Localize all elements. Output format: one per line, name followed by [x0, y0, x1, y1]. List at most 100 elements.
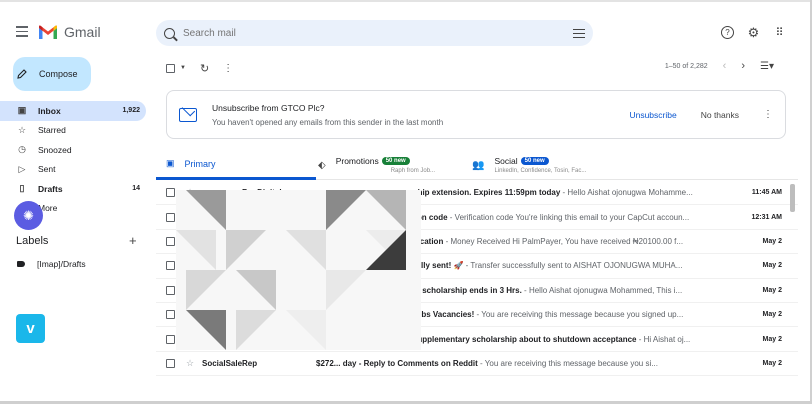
star-icon[interactable]: ☆ [186, 187, 195, 198]
email-date: May 2 [762, 237, 782, 245]
more-options-icon[interactable]: ⋮ [223, 63, 233, 74]
email-snippet: - You are receiving this message because… [477, 358, 658, 368]
email-row[interactable]: ☆ tion code - Verification code You're l… [156, 205, 798, 230]
email-subject: Supplementary scholarship about to shutd… [412, 334, 637, 344]
tab-promotions[interactable]: ⬖ Promotions 50 new Raph from Job... [318, 150, 468, 180]
settings-gear-icon[interactable]: ⚙ [747, 25, 760, 40]
unread-count: 1,922 [122, 107, 140, 115]
email-subject: Jobs Vacancies! [412, 310, 475, 320]
tab-social[interactable]: 👥 Social 50 new LinkedIn, Confidence, To… [472, 150, 652, 180]
search-icon[interactable] [164, 27, 175, 39]
email-row[interactable]: ☆ Digital Supplementary scholarship abou… [156, 327, 798, 352]
list-scrollbar[interactable] [790, 184, 795, 212]
select-all-checkbox[interactable] [166, 63, 175, 73]
email-row[interactable]: ☆ For Digital rship extension. Expires 1… [156, 181, 798, 206]
row-checkbox[interactable] [166, 310, 175, 320]
email-date: May 2 [762, 286, 782, 294]
star-icon[interactable]: ☆ [186, 334, 195, 345]
floating-app-icon[interactable]: ✺ [14, 201, 43, 230]
row-checkbox[interactable] [166, 236, 175, 246]
labels-heading: Labels [16, 235, 49, 247]
tab-senders: LinkedIn, Confidence, Tosin, Fac... [494, 168, 587, 174]
no-thanks-button[interactable]: No thanks [701, 110, 739, 120]
email-snippet: - You are receiving this message because… [474, 310, 684, 320]
pagination: 1–50 of 2,282 ‹ › ☰▾ [665, 60, 774, 72]
row-checkbox[interactable] [166, 334, 175, 344]
vimeo-app-icon[interactable]: v [16, 314, 45, 343]
star-icon[interactable]: ☆ [186, 260, 195, 271]
tab-label: Promotions [335, 156, 379, 166]
row-checkbox[interactable] [166, 358, 175, 368]
label-tag-icon [17, 261, 25, 267]
star-icon[interactable]: ☆ [186, 236, 195, 247]
main-menu-icon[interactable] [16, 26, 28, 37]
star-icon[interactable]: ☆ [186, 309, 195, 320]
help-icon[interactable]: ? [721, 26, 734, 39]
sidebar-item-sent[interactable]: ▷ Sent [0, 160, 146, 180]
app-title: Gmail [64, 24, 101, 40]
select-dropdown-icon[interactable]: ▼ [180, 65, 186, 71]
search-bar[interactable] [156, 20, 593, 46]
top-divider [0, 0, 812, 2]
row-checkbox[interactable] [166, 261, 175, 271]
unsubscribe-banner: Unsubscribe from GTCO Plc? You haven't o… [166, 90, 786, 139]
star-icon[interactable]: ☆ [186, 212, 195, 223]
email-sender: Digital [250, 334, 275, 344]
sidebar-item-starred[interactable]: ☆ Starred [0, 121, 146, 141]
mail-list-panel: ▼ ↻ ⋮ 1–50 of 2,282 ‹ › ☰▾ Unsubscribe f… [156, 50, 798, 394]
sidebar-item-drafts[interactable]: ▯ Drafts 14 [0, 179, 146, 199]
email-sender: For Digital [242, 188, 282, 198]
chevron-left-icon[interactable]: ‹ [723, 60, 727, 72]
list-toolbar: ▼ ↻ ⋮ 1–50 of 2,282 ‹ › ☰▾ [166, 60, 786, 76]
density-menu-icon[interactable]: ☰▾ [760, 61, 774, 72]
email-date: May 2 [762, 335, 782, 343]
sidebar-item-inbox[interactable]: ▣ Inbox 1,922 [0, 101, 146, 121]
email-date: May 2 [762, 359, 782, 367]
compose-label: Compose [39, 69, 78, 79]
clock-icon: ◷ [18, 144, 26, 155]
tab-primary[interactable]: ▣ Primary [156, 150, 316, 180]
email-subject: sfully sent! 🚀 [409, 261, 464, 271]
sidebar-item-label: Inbox [38, 105, 61, 116]
email-date: 12:31 AM [751, 213, 782, 221]
email-row[interactable]: ☆ tification - Money Received Hi PalmPay… [156, 230, 798, 255]
chevron-right-icon[interactable]: › [741, 60, 745, 72]
refresh-icon[interactable]: ↻ [200, 62, 209, 75]
star-icon[interactable]: ☆ [186, 285, 195, 296]
sidebar-item-label: Drafts [38, 183, 63, 194]
label-imap-drafts[interactable]: [Imap]/Drafts [17, 259, 86, 269]
email-row[interactable]: ☆ Jobs Vacancies! - You are receiving th… [156, 303, 798, 328]
apps-grid-icon[interactable]: ⠿ [773, 26, 786, 39]
sidebar-item-snoozed[interactable]: ◷ Snoozed [0, 140, 146, 160]
label-name: [Imap]/Drafts [37, 259, 86, 269]
email-row[interactable]: ☆ SocialSaleRep $272... day - Reply to C… [156, 352, 798, 377]
tab-label: Primary [184, 158, 216, 169]
email-row[interactable]: ☆ sfully sent! 🚀 - Transfer successfully… [156, 254, 798, 279]
email-snippet: - Money Received Hi PalmPayer, You have … [443, 236, 684, 246]
unsubscribe-button[interactable]: Unsubscribe [629, 110, 676, 120]
sidebar-item-label: Sent [38, 164, 56, 175]
email-subject: ary scholarship ends in 3 Hrs. [408, 285, 522, 295]
new-count-badge: 50 new [520, 157, 549, 165]
banner-more-icon[interactable]: ⋮ [763, 109, 773, 120]
sidebar-item-label: Starred [38, 125, 66, 136]
star-icon[interactable]: ☆ [186, 358, 195, 369]
gmail-logo[interactable]: Gmail [38, 24, 101, 40]
email-subject: rship extension. Expires 11:59pm today [410, 188, 561, 198]
sidebar-nav: ▣ Inbox 1,922 ☆ Starred ◷ Snoozed ▷ Sent… [0, 101, 146, 218]
search-options-icon[interactable] [573, 28, 585, 39]
row-checkbox[interactable] [166, 188, 175, 198]
inbox-tab-icon: ▣ [166, 158, 175, 168]
compose-button[interactable]: Compose [13, 57, 91, 91]
email-row[interactable]: ☆ ary scholarship ends in 3 Hrs. - Hello… [156, 279, 798, 303]
email-sender: SocialSaleRep [202, 358, 258, 368]
row-checkbox[interactable] [166, 285, 175, 295]
gmail-m-icon [39, 25, 57, 39]
email-subject: tion code [412, 212, 448, 222]
send-icon: ▷ [18, 163, 26, 174]
search-input[interactable] [183, 27, 573, 39]
unread-count: 14 [132, 185, 140, 193]
row-checkbox[interactable] [166, 212, 175, 222]
add-label-icon[interactable]: + [129, 233, 137, 248]
email-snippet: - Verification code You're linking this … [447, 212, 690, 222]
